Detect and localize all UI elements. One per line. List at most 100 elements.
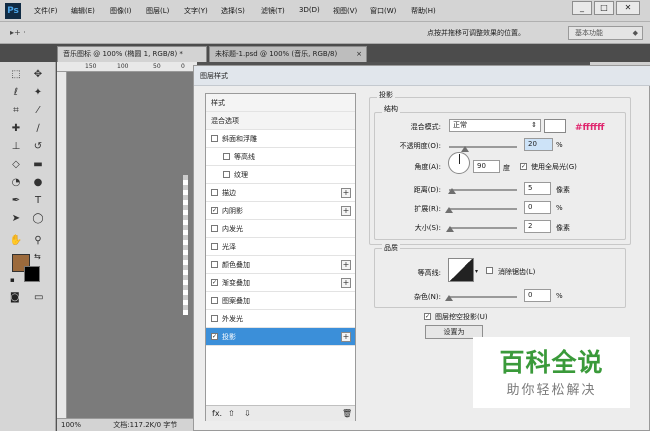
angle-dial[interactable]	[448, 152, 470, 174]
distance-slider[interactable]	[449, 189, 517, 191]
style-checkbox[interactable]	[211, 261, 218, 268]
minimize-button[interactable]: _	[572, 1, 592, 15]
style-item[interactable]: ✓ 内阴影 +	[206, 202, 355, 220]
tab-untitled[interactable]: 未标题-1.psd @ 100% (音乐, RGB/8) ×	[209, 46, 367, 62]
brush-tool-icon[interactable]: ∕	[28, 120, 48, 138]
menu-window[interactable]: 窗口(W)	[370, 6, 396, 16]
spread-slider[interactable]	[449, 208, 517, 210]
trash-icon[interactable]: 🗑	[342, 406, 352, 421]
swap-colors-icon[interactable]: ⇆	[34, 252, 41, 261]
move-up-icon[interactable]: ⇧	[228, 406, 235, 421]
noise-input[interactable]: 0	[524, 289, 551, 302]
style-checkbox[interactable]: ✓	[211, 279, 218, 286]
healing-brush-icon[interactable]: ✚	[6, 120, 26, 138]
tab-music-icon[interactable]: 音乐图标 @ 100% (椭圆 1, RGB/8) *	[57, 46, 207, 62]
opacity-slider-thumb[interactable]	[461, 146, 469, 152]
style-item[interactable]: 纹理	[206, 166, 355, 184]
menu-image[interactable]: 图像(I)	[110, 6, 132, 16]
style-item[interactable]: 描边 +	[206, 184, 355, 202]
shadow-color-swatch[interactable]	[544, 119, 566, 133]
maximize-button[interactable]: □	[594, 1, 614, 15]
menu-help[interactable]: 帮助(H)	[411, 6, 436, 16]
menu-edit[interactable]: 编辑(E)	[71, 6, 95, 16]
clone-stamp-icon[interactable]: ⊥	[6, 138, 26, 156]
menu-select[interactable]: 选择(S)	[221, 6, 245, 16]
style-checkbox[interactable]: ✓	[211, 333, 218, 340]
style-checkbox[interactable]: ✓	[211, 207, 218, 214]
blur-tool-icon[interactable]: ◔	[6, 174, 26, 192]
zoom-tool-icon[interactable]: ⚲	[28, 232, 48, 250]
history-brush-icon[interactable]: ↺	[28, 138, 48, 156]
style-item[interactable]: ✓ 渐变叠加 +	[206, 274, 355, 292]
contour-preview[interactable]	[448, 258, 474, 282]
style-checkbox[interactable]	[223, 153, 230, 160]
crop-tool-icon[interactable]: ⌗	[6, 102, 26, 120]
move-tool-preset[interactable]: ▸+ ·	[10, 28, 26, 37]
eraser-icon[interactable]: ◇	[6, 156, 26, 174]
size-input[interactable]: 2	[524, 220, 551, 233]
style-item[interactable]: 等高线	[206, 148, 355, 166]
noise-slider-thumb[interactable]	[445, 295, 453, 301]
style-item[interactable]: 斜面和浮雕	[206, 130, 355, 148]
screen-mode-icon[interactable]: ▭	[34, 292, 43, 303]
lasso-tool-icon[interactable]: ℓ	[6, 84, 26, 102]
antialias-checkbox[interactable]	[486, 267, 493, 274]
add-effect-icon[interactable]: +	[341, 260, 351, 270]
knockout-checkbox[interactable]: ✓	[424, 313, 431, 320]
style-checkbox[interactable]	[223, 171, 230, 178]
style-item[interactable]: 混合选项	[206, 112, 355, 130]
opacity-slider[interactable]	[449, 146, 517, 148]
default-colors-icon[interactable]: ▪	[10, 276, 15, 284]
style-item[interactable]: ✓ 投影 +	[206, 328, 355, 346]
menu-type[interactable]: 文字(Y)	[184, 6, 208, 16]
distance-input[interactable]: 5	[524, 182, 551, 195]
add-effect-icon[interactable]: +	[341, 206, 351, 216]
gradient-tool-icon[interactable]: ▬	[28, 156, 48, 174]
noise-slider[interactable]	[449, 296, 517, 298]
zoom-level[interactable]: 100%	[57, 421, 81, 429]
angle-input[interactable]: 90	[473, 160, 500, 173]
type-tool-icon[interactable]: T	[28, 192, 48, 210]
hand-tool-icon[interactable]: ✋	[6, 232, 26, 250]
move-down-icon[interactable]: ⇩	[244, 406, 251, 421]
eyedropper-icon[interactable]: ⁄	[28, 102, 48, 120]
ellipse-tool-icon[interactable]: ◯	[28, 210, 48, 228]
size-slider[interactable]	[449, 227, 517, 229]
background-color-swatch[interactable]	[24, 266, 40, 282]
fx-icon[interactable]: fx.	[212, 406, 222, 421]
distance-slider-thumb[interactable]	[448, 188, 456, 194]
close-icon[interactable]: ×	[356, 47, 362, 61]
style-checkbox[interactable]	[211, 189, 218, 196]
path-select-icon[interactable]: ➤	[6, 210, 26, 228]
menu-filter[interactable]: 滤镜(T)	[261, 6, 285, 16]
menu-file[interactable]: 文件(F)	[34, 6, 58, 16]
style-checkbox[interactable]	[211, 243, 218, 250]
style-item[interactable]: 样式	[206, 94, 355, 112]
style-item[interactable]: 内发光	[206, 220, 355, 238]
size-slider-thumb[interactable]	[446, 226, 454, 232]
style-checkbox[interactable]	[211, 297, 218, 304]
close-button[interactable]: ✕	[616, 1, 640, 15]
chevron-down-icon[interactable]: ▾	[475, 268, 478, 275]
marquee-tool-icon[interactable]: ⬚	[6, 66, 26, 84]
move-tool-icon[interactable]: ✥	[28, 66, 48, 84]
magic-wand-icon[interactable]: ✦	[28, 84, 48, 102]
add-effect-icon[interactable]: +	[341, 332, 351, 342]
style-item[interactable]: 颜色叠加 +	[206, 256, 355, 274]
add-effect-icon[interactable]: +	[341, 278, 351, 288]
style-item[interactable]: 光泽	[206, 238, 355, 256]
workspace-select[interactable]: 基本功能 ◆	[568, 26, 643, 40]
global-light-checkbox[interactable]: ✓	[520, 163, 527, 170]
add-effect-icon[interactable]: +	[341, 188, 351, 198]
menu-view[interactable]: 视图(V)	[333, 6, 357, 16]
style-checkbox[interactable]	[211, 315, 218, 322]
quick-mask-icon[interactable]: ◙	[10, 292, 20, 303]
blend-mode-select[interactable]: 正常 ⇕	[449, 119, 541, 132]
menu-3d[interactable]: 3D(D)	[299, 6, 320, 14]
canvas-area[interactable]	[57, 62, 197, 418]
style-checkbox[interactable]	[211, 135, 218, 142]
opacity-input[interactable]: 20	[524, 138, 553, 151]
spread-input[interactable]: 0	[524, 201, 551, 214]
style-checkbox[interactable]	[211, 225, 218, 232]
style-item[interactable]: 图案叠加	[206, 292, 355, 310]
